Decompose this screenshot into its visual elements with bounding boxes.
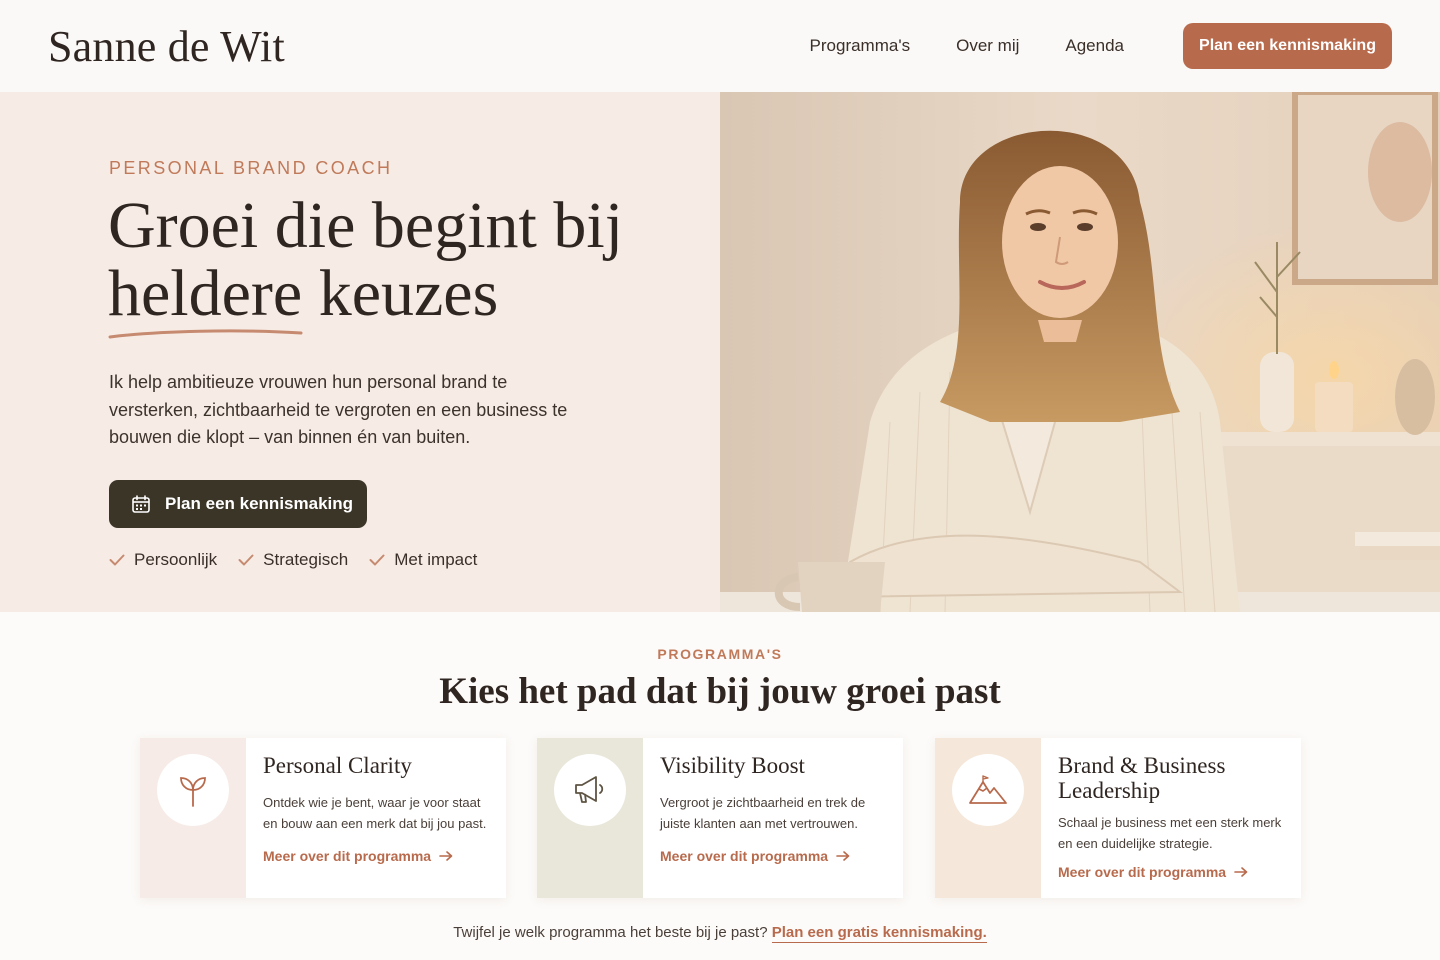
card-description: Vergroot je zichtbaarheid en trek de jui…	[660, 795, 866, 831]
card-body: Personal Clarity Ontdek wie je bent, waa…	[246, 738, 506, 898]
check-icon	[109, 554, 125, 566]
arrow-right-icon	[836, 851, 850, 861]
main-nav: Programma's Over mij Agenda Plan een ken…	[810, 23, 1392, 69]
hero-cta-label: Plan een kennismaking	[165, 494, 354, 513]
card-body: Brand & Business Leadership Schaal je bu…	[1041, 738, 1301, 898]
card-description: Ontdek wie je bent, waar je voor staat e…	[263, 795, 487, 831]
check-label: Persoonlijk	[134, 550, 218, 569]
mountain-icon	[952, 754, 1024, 826]
card-side-panel	[935, 738, 1041, 898]
arrow-right-icon	[1234, 867, 1248, 877]
hero-title-line-2: heldere keuzes	[108, 257, 499, 330]
site-header: Sanne de Wit Programma's Over mij Agenda…	[0, 0, 1440, 92]
nav-link-programmas[interactable]: Programma's	[810, 36, 911, 56]
card-link-label: Meer over dit programma	[660, 848, 829, 864]
card-link-label: Meer over dit programma	[263, 848, 432, 864]
program-card-personal-clarity[interactable]: Personal Clarity Ontdek wie je bent, waa…	[140, 738, 506, 898]
hero-portrait-photo	[720, 92, 1440, 612]
hero-section: PERSONAL BRAND COACH Groei die begint bi…	[0, 92, 720, 612]
calendar-icon	[131, 494, 151, 514]
arrow-right-icon	[439, 851, 453, 861]
header-cta-button[interactable]: Plan een kennismaking	[1183, 23, 1392, 69]
hero-title-line-1: Groei die begint bij	[108, 189, 624, 262]
sprout-icon	[157, 754, 229, 826]
check-label: Met impact	[394, 550, 478, 569]
title-underline	[108, 329, 303, 339]
card-link[interactable]: Meer over dit programma	[263, 848, 492, 864]
card-link[interactable]: Meer over dit programma	[1058, 864, 1287, 880]
check-item: Persoonlijk	[109, 550, 217, 570]
programs-footer-note: Twijfel je welk programma het beste bij …	[0, 924, 1440, 943]
free-intro-link[interactable]: Plan een gratis kennismaking.	[771, 924, 987, 943]
megaphone-icon	[554, 754, 626, 826]
card-side-panel	[140, 738, 246, 898]
card-side-panel	[537, 738, 643, 898]
check-item: Met impact	[369, 550, 477, 570]
check-icon	[369, 554, 385, 566]
program-card-brand-business-leadership[interactable]: Brand & Business Leadership Schaal je bu…	[935, 738, 1301, 898]
card-title: Personal Clarity	[263, 753, 412, 778]
footer-note-text: Twijfel je welk programma het beste bij …	[453, 924, 768, 941]
card-link[interactable]: Meer over dit programma	[660, 848, 889, 864]
program-card-visibility-boost[interactable]: Visibility Boost Vergroot je zichtbaarhe…	[537, 738, 903, 898]
nav-link-agenda[interactable]: Agenda	[1065, 36, 1124, 56]
logo[interactable]: Sanne de Wit	[48, 21, 285, 72]
check-item: Strategisch	[238, 550, 348, 570]
check-icon	[238, 554, 254, 566]
card-title: Visibility Boost	[660, 753, 805, 778]
hero-eyebrow: PERSONAL BRAND COACH	[109, 158, 393, 178]
programs-eyebrow: PROGRAMMA'S	[657, 646, 783, 662]
card-body: Visibility Boost Vergroot je zichtbaarhe…	[643, 738, 903, 898]
card-title: Brand & Business Leadership	[1058, 753, 1226, 803]
hero-checks: Persoonlijk Strategisch Met impact	[109, 550, 498, 570]
check-label: Strategisch	[263, 550, 349, 569]
card-link-label: Meer over dit programma	[1058, 864, 1227, 880]
hero-cta-button[interactable]: Plan een kennismaking	[109, 480, 367, 528]
hero-title: Groei die begint bij heldere keuzes	[108, 192, 688, 328]
card-description: Schaal je business met een sterk merk en…	[1058, 815, 1282, 851]
hero-description: Ik help ambitieuze vrouwen hun personal …	[109, 372, 568, 447]
nav-link-over-mij[interactable]: Over mij	[956, 36, 1019, 56]
programs-title: Kies het pad dat bij jouw groei past	[439, 671, 1001, 712]
